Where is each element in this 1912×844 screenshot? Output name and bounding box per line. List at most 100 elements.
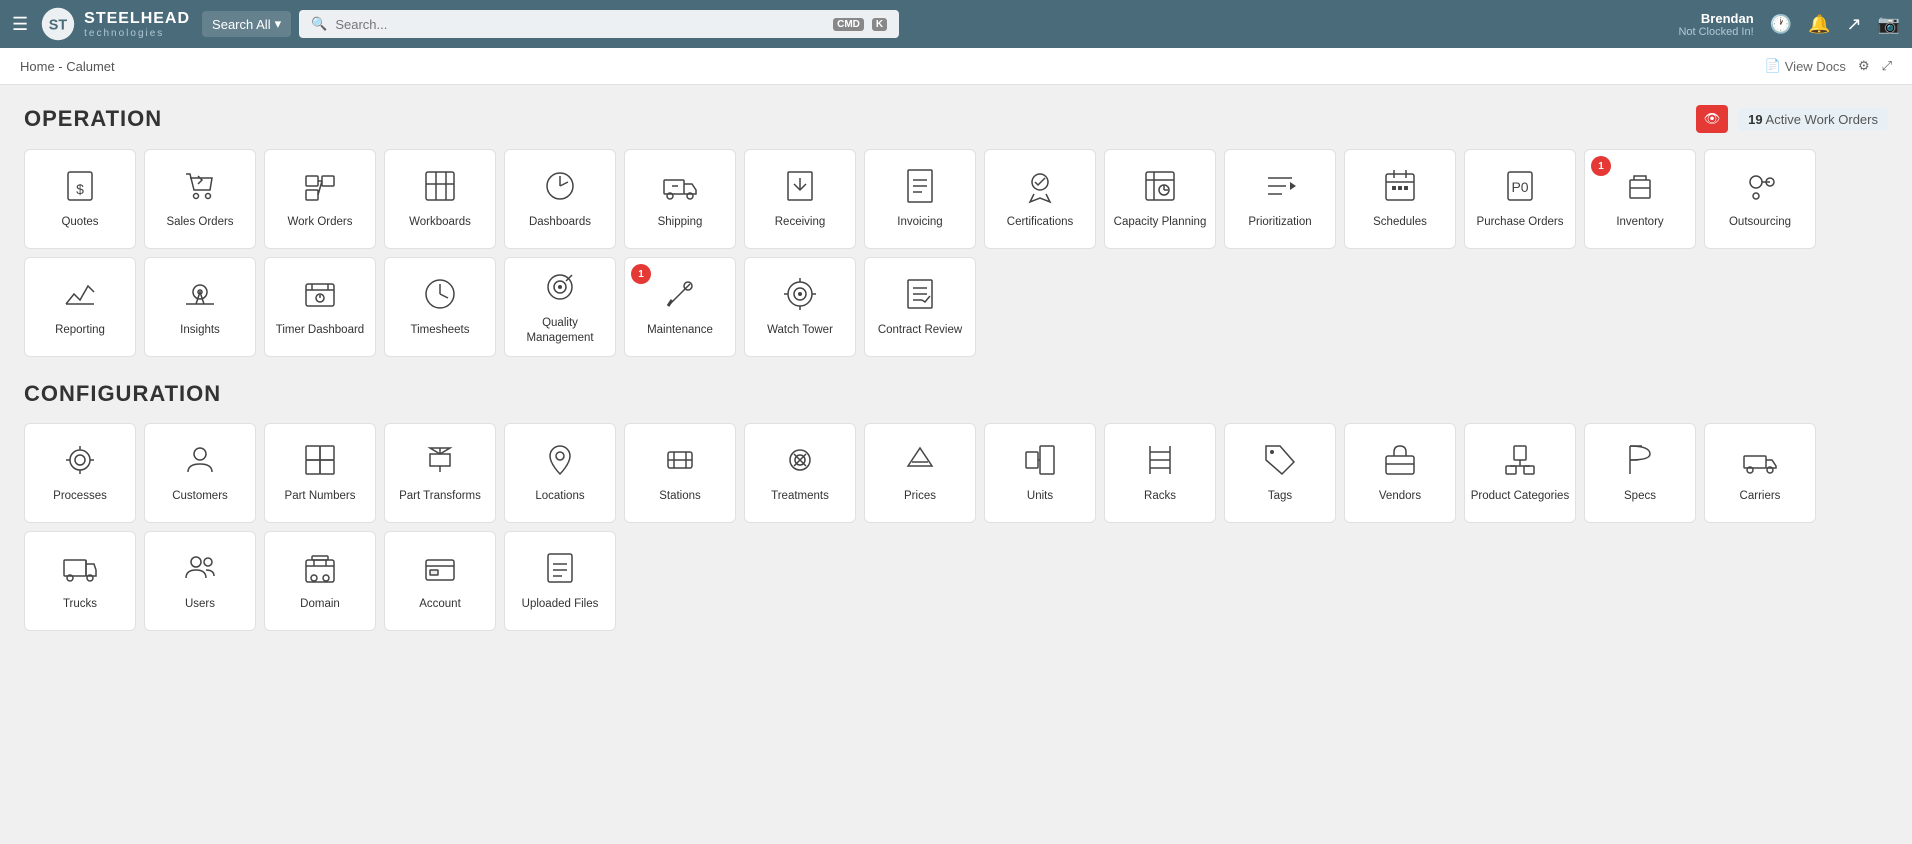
tile-sales-orders[interactable]: Sales Orders <box>144 149 256 249</box>
logout-icon[interactable]: ↗ <box>1846 14 1861 35</box>
schedules-icon <box>1382 168 1418 209</box>
carriers-icon <box>1742 442 1778 483</box>
view-docs-button[interactable]: 📄 View Docs <box>1765 58 1846 74</box>
settings-button[interactable]: ⚙ <box>1858 58 1870 74</box>
units-label: Units <box>1023 489 1057 504</box>
logo-area: ST STEELHEAD technologies <box>40 6 190 42</box>
tile-receiving[interactable]: Receiving <box>744 149 856 249</box>
inventory-label: Inventory <box>1612 215 1667 230</box>
bell-icon[interactable]: 🔔 <box>1808 14 1830 35</box>
tile-users[interactable]: Users <box>144 531 256 631</box>
watch-tower-icon <box>782 276 818 317</box>
trucks-label: Trucks <box>59 597 101 612</box>
clock-icon[interactable]: 🕐 <box>1770 14 1792 35</box>
tile-reporting[interactable]: Reporting <box>24 257 136 357</box>
svg-text:$: $ <box>76 181 84 197</box>
specs-icon <box>1622 442 1658 483</box>
header-right: Brendan Not Clocked In! 🕐 🔔 ↗ 📷 <box>1678 11 1900 38</box>
part-transforms-label: Part Transforms <box>395 489 485 504</box>
workboards-label: Workboards <box>405 215 475 230</box>
tile-insights[interactable]: Insights <box>144 257 256 357</box>
shipping-icon <box>662 168 698 209</box>
tile-part-numbers[interactable]: Part Numbers <box>264 423 376 523</box>
tile-schedules[interactable]: Schedules <box>1344 149 1456 249</box>
tile-processes[interactable]: Processes <box>24 423 136 523</box>
tile-inventory[interactable]: 1Inventory <box>1584 149 1696 249</box>
tile-prices[interactable]: Prices <box>864 423 976 523</box>
prices-label: Prices <box>900 489 940 504</box>
tile-invoicing[interactable]: Invoicing <box>864 149 976 249</box>
contract-review-label: Contract Review <box>874 323 966 338</box>
search-area: Search All ▾ 🔍 CMD K <box>202 10 1666 38</box>
menu-icon[interactable]: ☰ <box>12 14 28 35</box>
tile-workboards[interactable]: Workboards <box>384 149 496 249</box>
sales-orders-label: Sales Orders <box>162 215 237 230</box>
tile-dashboards[interactable]: Dashboards <box>504 149 616 249</box>
work-orders-icon <box>302 168 338 209</box>
invoicing-label: Invoicing <box>893 215 946 230</box>
inventory-icon <box>1622 168 1658 209</box>
search-all-button[interactable]: Search All ▾ <box>202 11 291 37</box>
reporting-label: Reporting <box>51 323 109 338</box>
tile-outsourcing[interactable]: Outsourcing <box>1704 149 1816 249</box>
tile-product-categories[interactable]: Product Categories <box>1464 423 1576 523</box>
shipping-label: Shipping <box>654 215 707 230</box>
product-categories-label: Product Categories <box>1467 489 1573 504</box>
processes-label: Processes <box>49 489 111 504</box>
locations-label: Locations <box>531 489 588 504</box>
tile-stations[interactable]: Stations <box>624 423 736 523</box>
tile-prioritization[interactable]: Prioritization <box>1224 149 1336 249</box>
tile-contract-review[interactable]: Contract Review <box>864 257 976 357</box>
tile-work-orders[interactable]: Work Orders <box>264 149 376 249</box>
uploaded-files-icon <box>542 550 578 591</box>
locations-icon <box>542 442 578 483</box>
tile-units[interactable]: Units <box>984 423 1096 523</box>
tile-maintenance[interactable]: 1Maintenance <box>624 257 736 357</box>
uploaded-files-label: Uploaded Files <box>518 597 603 612</box>
part-transforms-icon <box>422 442 458 483</box>
tile-customers[interactable]: Customers <box>144 423 256 523</box>
tile-part-transforms[interactable]: Part Transforms <box>384 423 496 523</box>
tile-purchase-orders[interactable]: P0Purchase Orders <box>1464 149 1576 249</box>
expand-button[interactable]: ⤢ <box>1882 58 1892 74</box>
search-box: 🔍 CMD K <box>299 10 899 38</box>
tile-specs[interactable]: Specs <box>1584 423 1696 523</box>
eye-button[interactable]: 👁 <box>1696 105 1728 133</box>
tile-trucks[interactable]: Trucks <box>24 531 136 631</box>
tile-certifications[interactable]: Certifications <box>984 149 1096 249</box>
tile-tags[interactable]: Tags <box>1224 423 1336 523</box>
prices-icon <box>902 442 938 483</box>
schedules-label: Schedules <box>1369 215 1431 230</box>
tile-timesheets[interactable]: Timesheets <box>384 257 496 357</box>
tile-vendors[interactable]: Vendors <box>1344 423 1456 523</box>
part-numbers-icon <box>302 442 338 483</box>
tile-carriers[interactable]: Carriers <box>1704 423 1816 523</box>
capacity-planning-icon <box>1142 168 1178 209</box>
tile-racks[interactable]: Racks <box>1104 423 1216 523</box>
search-input[interactable] <box>335 17 825 32</box>
work-orders-label: Work Orders <box>284 215 357 230</box>
docs-icon: 📄 <box>1765 58 1781 74</box>
camera-icon[interactable]: 📷 <box>1878 14 1900 35</box>
tile-watch-tower[interactable]: Watch Tower <box>744 257 856 357</box>
operation-title: OPERATION <box>24 106 162 132</box>
breadcrumb: Home - Calumet <box>20 59 115 74</box>
tile-capacity-planning[interactable]: Capacity Planning <box>1104 149 1216 249</box>
svg-text:P0: P0 <box>1511 179 1528 195</box>
tile-uploaded-files[interactable]: Uploaded Files <box>504 531 616 631</box>
vendors-label: Vendors <box>1375 489 1425 504</box>
logo-text: STEELHEAD <box>84 10 190 27</box>
tile-locations[interactable]: Locations <box>504 423 616 523</box>
tile-shipping[interactable]: Shipping <box>624 149 736 249</box>
tile-account[interactable]: Account <box>384 531 496 631</box>
timesheets-icon <box>422 276 458 317</box>
tile-timer-dashboard[interactable]: Timer Dashboard <box>264 257 376 357</box>
user-info: Brendan Not Clocked In! <box>1678 11 1753 38</box>
tile-quality-management[interactable]: Quality Management <box>504 257 616 357</box>
tile-treatments[interactable]: Treatments <box>744 423 856 523</box>
product-categories-icon <box>1502 442 1538 483</box>
prioritization-label: Prioritization <box>1244 215 1315 230</box>
tile-quotes[interactable]: $Quotes <box>24 149 136 249</box>
treatments-label: Treatments <box>767 489 833 504</box>
tile-domain[interactable]: Domain <box>264 531 376 631</box>
